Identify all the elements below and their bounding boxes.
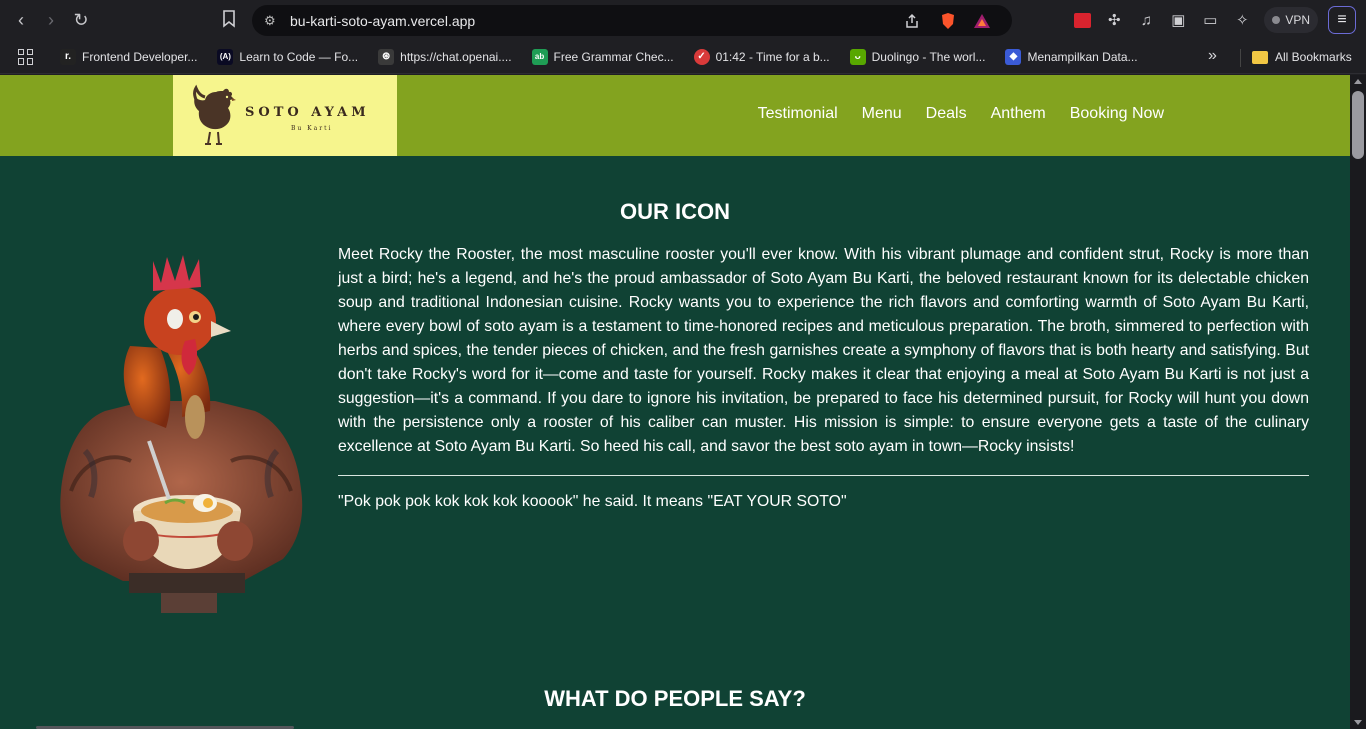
apps-grid-icon[interactable] — [18, 48, 34, 65]
main-nav: Testimonial Menu Deals Anthem Booking No… — [758, 105, 1164, 123]
nav-link-anthem[interactable]: Anthem — [991, 105, 1046, 123]
brave-rewards-icon[interactable] — [972, 11, 992, 31]
openai-icon: ⊛ — [378, 48, 395, 65]
all-bookmarks-label: All Bookmarks — [1275, 50, 1352, 64]
freecodecamp-icon: (A) — [217, 48, 234, 65]
page-viewport: SOTO AYAM Bu Karti Testimonial Menu Deal… — [0, 75, 1350, 729]
music-note-icon[interactable]: ♫ — [1135, 9, 1157, 31]
pomodoro-icon: ✓ — [693, 48, 710, 65]
brave-shield-icon[interactable] — [938, 11, 958, 31]
bookmark-label: 01:42 - Time for a b... — [715, 49, 830, 64]
vpn-status-dot-icon — [1272, 16, 1281, 24]
logo-title: SOTO AYAM — [245, 105, 370, 120]
site-header: SOTO AYAM Bu Karti Testimonial Menu Deal… — [0, 75, 1350, 156]
nav-link-menu[interactable]: Menu — [862, 105, 902, 123]
url-text[interactable]: bu-karti-soto-ayam.vercel.app — [290, 13, 475, 29]
nav-link-booking-now[interactable]: Booking Now — [1070, 105, 1164, 123]
bookmark-label: Duolingo - The worl... — [871, 49, 986, 64]
vpn-button[interactable]: VPN — [1264, 7, 1318, 33]
nav-link-deals[interactable]: Deals — [926, 105, 967, 123]
rocky-quote: "Pok pok pok kok kok kok kooook" he said… — [338, 493, 847, 510]
roadmap-icon: r. — [60, 48, 76, 65]
folder-icon — [1252, 50, 1268, 64]
extensions-area: ✣ ♫ ▣ ▭ ✧ VPN ≡ — [1066, 0, 1366, 40]
data-icon: ◆ — [1005, 48, 1022, 65]
bookmark-item[interactable]: (A) Learn to Code — Fo... — [211, 45, 364, 69]
bookmarks-bar: r. Frontend Developer... (A) Learn to Code… — [0, 40, 1366, 74]
wallet-icon[interactable]: ▭ — [1199, 9, 1221, 31]
puzzle-extensions-icon[interactable]: ✣ — [1103, 9, 1125, 31]
chevron-double-right-icon[interactable]: » — [1208, 47, 1217, 65]
bookmark-item[interactable]: ᴗ Duolingo - The worl... — [844, 45, 992, 69]
all-bookmarks-button[interactable]: All Bookmarks — [1252, 45, 1352, 69]
bookmark-label: Frontend Developer... — [82, 49, 198, 64]
bookmark-item[interactable]: ◆ Menampilkan Data... — [999, 45, 1143, 69]
bookmark-item[interactable]: ab Free Grammar Chec... — [526, 45, 680, 69]
scrollbar-thumb[interactable] — [1352, 91, 1364, 159]
bookmark-label: https://chat.openai.... — [400, 49, 512, 64]
bookmark-label: Free Grammar Chec... — [553, 49, 674, 64]
vpn-label: VPN — [1285, 13, 1310, 27]
divider — [1240, 49, 1241, 67]
rocky-description: Meet Rocky the Rooster, the most masculi… — [338, 246, 1309, 455]
rocky-rooster-mascot-image — [60, 255, 303, 613]
testimonial-heading: WHAT DO PEOPLE SAY? — [544, 686, 806, 711]
rooster-logo-icon — [193, 84, 236, 145]
scroll-up-arrow-icon[interactable] — [1354, 79, 1362, 84]
site-info-icon[interactable]: ⚙ — [264, 13, 280, 29]
grammar-icon: ab — [531, 48, 548, 65]
extension-red-icon[interactable] — [1071, 9, 1093, 31]
reload-icon[interactable]: ↻ — [66, 5, 96, 35]
leo-ai-icon[interactable]: ✧ — [1231, 9, 1253, 31]
duolingo-icon: ᴗ — [849, 48, 866, 65]
share-icon[interactable] — [902, 11, 922, 31]
scroll-down-arrow-icon[interactable] — [1354, 720, 1362, 725]
bookmark-page-icon[interactable] — [222, 10, 240, 30]
divider — [338, 475, 1309, 476]
back-arrow-icon[interactable]: ‹ — [6, 5, 36, 35]
bookmark-item[interactable]: r. Frontend Developer... — [54, 45, 203, 69]
bookmark-item[interactable]: ✓ 01:42 - Time for a b... — [688, 45, 836, 69]
vertical-scrollbar[interactable] — [1350, 75, 1366, 729]
browser-toolbar: ‹ › ↻ ⚙ bu-karti-soto-ayam.vercel.app ✣ … — [0, 0, 1366, 40]
bookmark-item[interactable]: ⊛ https://chat.openai.... — [372, 45, 517, 69]
forward-arrow-icon[interactable]: › — [36, 5, 66, 35]
our-icon-heading: OUR ICON — [620, 199, 730, 224]
sidebar-toggle-icon[interactable]: ▣ — [1167, 9, 1189, 31]
bookmark-label: Menampilkan Data... — [1027, 49, 1138, 64]
logo-subtitle: Bu Karti — [291, 125, 333, 132]
hamburger-menu-icon[interactable]: ≡ — [1328, 6, 1356, 34]
nav-link-testimonial[interactable]: Testimonial — [758, 105, 838, 123]
site-logo[interactable]: SOTO AYAM Bu Karti — [173, 75, 397, 156]
bookmark-label: Learn to Code — Fo... — [239, 49, 359, 64]
address-bar[interactable]: ⚙ bu-karti-soto-ayam.vercel.app — [252, 5, 1012, 36]
